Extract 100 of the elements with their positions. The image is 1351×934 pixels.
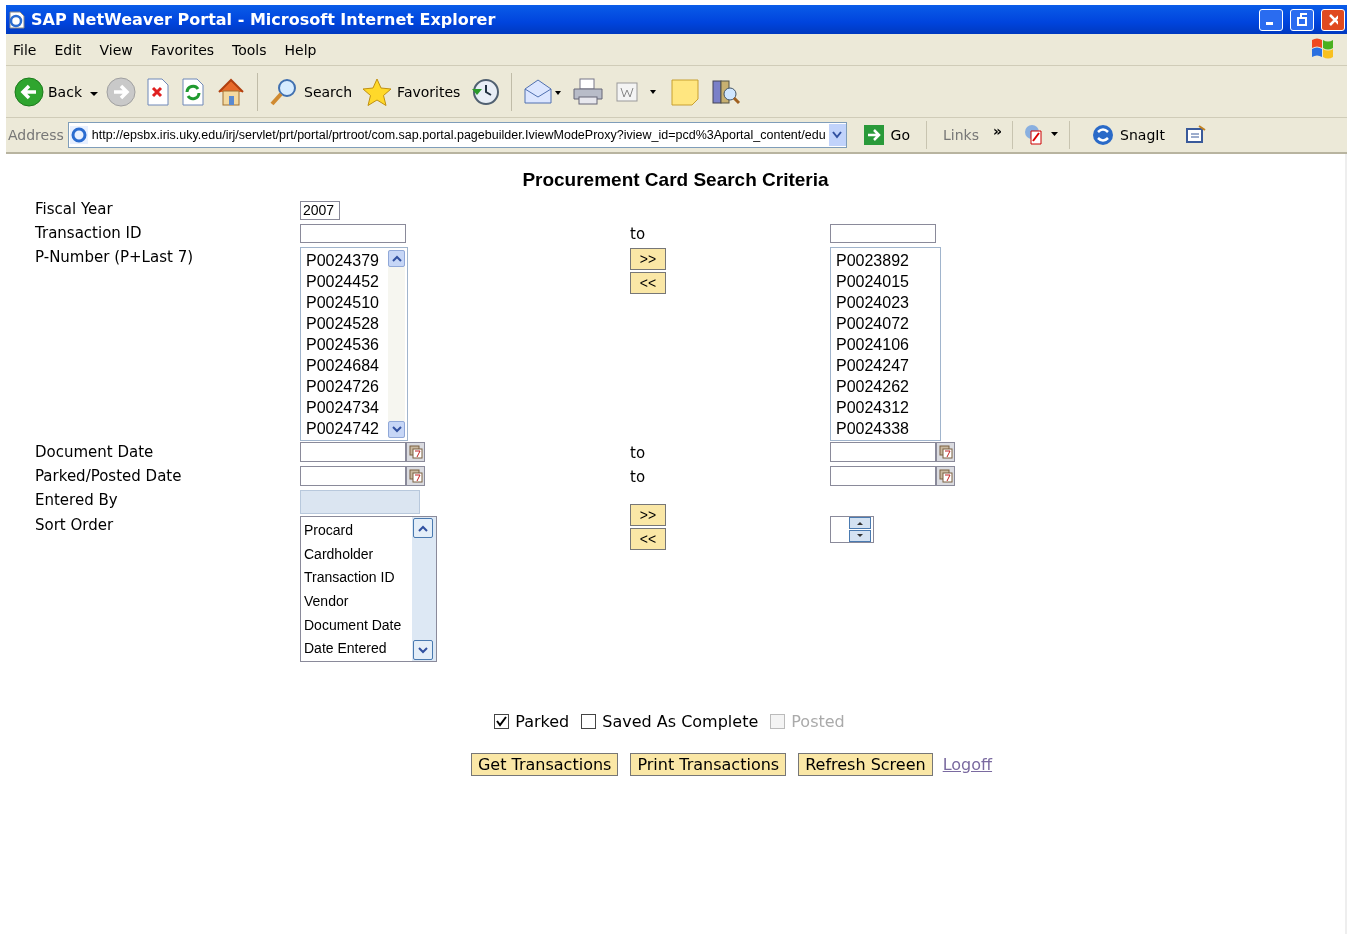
menu-item[interactable]: Help <box>277 41 328 58</box>
menu-item[interactable]: File <box>6 41 48 58</box>
list-box[interactable]: Procard Cardholder Transaction ID Vendor Document Date Date Entered <box>300 516 437 662</box>
calendar-icon <box>408 469 423 483</box>
remove-button[interactable]: << <box>630 528 666 550</box>
up-arrow-icon[interactable] <box>857 521 863 525</box>
window-title: SAP NetWeaver Portal - Microsoft Internet Explorer <box>31 10 497 29</box>
check-icon <box>496 716 508 727</box>
checkbox[interactable] <box>494 714 510 729</box>
favorites-button[interactable]: Favorites <box>359 76 463 107</box>
page-title: Procurement Card Search Criteria <box>521 168 830 192</box>
restore-button[interactable] <box>1290 8 1314 31</box>
list-option[interactable]: Document Date <box>304 613 409 638</box>
go-button[interactable]: Go <box>856 123 917 147</box>
menu-item[interactable]: Tools <box>225 41 278 58</box>
scroll-up-button[interactable] <box>388 250 405 267</box>
list-box[interactable]: P0023892 P0024015 P0024023 P0024072 P0024106 P0024247 P0024262 P0024312 P0024338 <box>830 247 941 441</box>
chevron[interactable]: » <box>993 123 1003 139</box>
add-button[interactable]: >> <box>630 504 666 526</box>
restore-icon <box>1297 12 1307 27</box>
remove-button[interactable]: << <box>630 272 666 294</box>
logoff-link[interactable]: Logoff <box>942 755 993 774</box>
dropdown-caret-icon[interactable] <box>89 90 99 97</box>
list-option[interactable]: P0024734 <box>306 397 388 418</box>
checkbox-label: Parked <box>515 712 570 731</box>
field-label: Document Date <box>35 442 155 463</box>
printer-icon[interactable] <box>571 76 606 107</box>
range-to-label: to <box>630 224 646 245</box>
pdf-globe-icon[interactable] <box>1023 122 1060 145</box>
search-button[interactable]: Search <box>266 76 355 107</box>
list-option[interactable]: Vendor <box>304 590 409 614</box>
list-option[interactable]: P0023892 <box>836 250 938 271</box>
address-label: Address <box>8 127 64 143</box>
list-option[interactable]: P0024023 <box>836 292 938 313</box>
text-field[interactable] <box>300 224 406 243</box>
list-option[interactable]: P0024684 <box>306 355 388 376</box>
list-option[interactable]: Procard <box>304 519 409 543</box>
list-option[interactable]: Transaction ID <box>304 566 409 591</box>
refresh-icon[interactable] <box>180 76 206 107</box>
field-label: Parked/Posted Date <box>35 466 183 487</box>
calendar-button[interactable] <box>936 442 955 462</box>
list-option[interactable]: Date Entered <box>304 637 409 662</box>
list-option[interactable]: P0024528 <box>306 313 388 334</box>
page-globe-icon <box>68 125 89 145</box>
list-option[interactable]: Cardholder <box>304 542 409 567</box>
list-option[interactable]: P0024015 <box>836 271 938 292</box>
close-button[interactable] <box>1321 8 1345 31</box>
field-label: Fiscal Year <box>35 199 114 220</box>
list-box[interactable]: P0024379 P0024452 P0024510 P0024528 P0024536 P0024684 P0024726 P0024734 P0024742 <box>300 247 408 441</box>
menu-item[interactable]: Edit <box>47 41 93 58</box>
list-option[interactable]: P0024106 <box>836 334 938 355</box>
action-button[interactable]: Refresh Screen <box>798 753 933 776</box>
checkbox-label: Saved As Complete <box>602 712 759 731</box>
menu-item[interactable]: Favorites <box>143 41 226 58</box>
field-label: Transaction ID <box>35 223 143 244</box>
scroll-up-button[interactable] <box>413 518 433 538</box>
checkbox[interactable] <box>581 714 597 729</box>
calendar-button[interactable] <box>406 466 425 486</box>
list-option[interactable]: P0024262 <box>836 376 938 397</box>
address-field[interactable]: http://epsbx.iris.uky.edu/irj/servlet/prt/portal/prtroot/com.sap.portal.pagebuilder.IviewModeProxy?iview_id=pcd%3Aportal_content/edu <box>67 122 847 148</box>
calendar-icon <box>938 445 953 459</box>
calendar-button[interactable] <box>936 466 955 486</box>
calendar-icon <box>408 445 423 459</box>
snagit-logo-icon <box>1092 124 1115 146</box>
list-option[interactable]: P0024379 <box>306 250 388 271</box>
list-option[interactable]: P0024742 <box>306 418 388 439</box>
windows-flag-icon <box>1310 36 1336 60</box>
snagit-button[interactable]: SnagIt <box>1086 123 1171 147</box>
star-icon <box>361 76 394 107</box>
list-option[interactable]: P0024247 <box>836 355 938 376</box>
field-label: Sort Order <box>35 515 115 536</box>
minimize-button[interactable] <box>1259 8 1283 31</box>
calendar-button[interactable] <box>406 442 425 462</box>
text-field[interactable] <box>300 466 406 486</box>
list-option[interactable]: P0024510 <box>306 292 388 313</box>
list-option[interactable]: P0024072 <box>836 313 938 334</box>
fiscal-year-field[interactable]: 2007 <box>300 201 340 220</box>
menu-item[interactable]: View <box>92 41 144 58</box>
text-field[interactable] <box>300 442 406 462</box>
scroll-down-button[interactable] <box>388 421 405 438</box>
list-option[interactable]: P0024312 <box>836 397 938 418</box>
add-button[interactable]: >> <box>630 248 666 270</box>
list-option[interactable]: P0024452 <box>306 271 388 292</box>
links-button[interactable]: Links <box>937 126 985 144</box>
field-label: Entered By <box>35 490 119 511</box>
text-field[interactable] <box>830 442 936 462</box>
action-button[interactable]: Print Transactions <box>630 753 787 776</box>
stop-icon[interactable] <box>145 76 171 107</box>
action-button[interactable]: Get Transactions <box>470 753 619 776</box>
close-icon <box>1328 12 1338 27</box>
text-field[interactable] <box>830 224 936 243</box>
down-arrow-icon[interactable] <box>857 534 863 538</box>
spinner-field[interactable] <box>830 516 874 543</box>
list-option[interactable]: P0024536 <box>306 334 388 355</box>
text-field[interactable] <box>830 466 936 486</box>
list-option[interactable]: P0024338 <box>836 418 938 439</box>
scroll-down-button[interactable] <box>413 640 433 660</box>
history-clock-icon[interactable] <box>469 76 502 107</box>
list-option[interactable]: P0024726 <box>306 376 388 397</box>
back-button[interactable]: Back <box>12 76 84 107</box>
